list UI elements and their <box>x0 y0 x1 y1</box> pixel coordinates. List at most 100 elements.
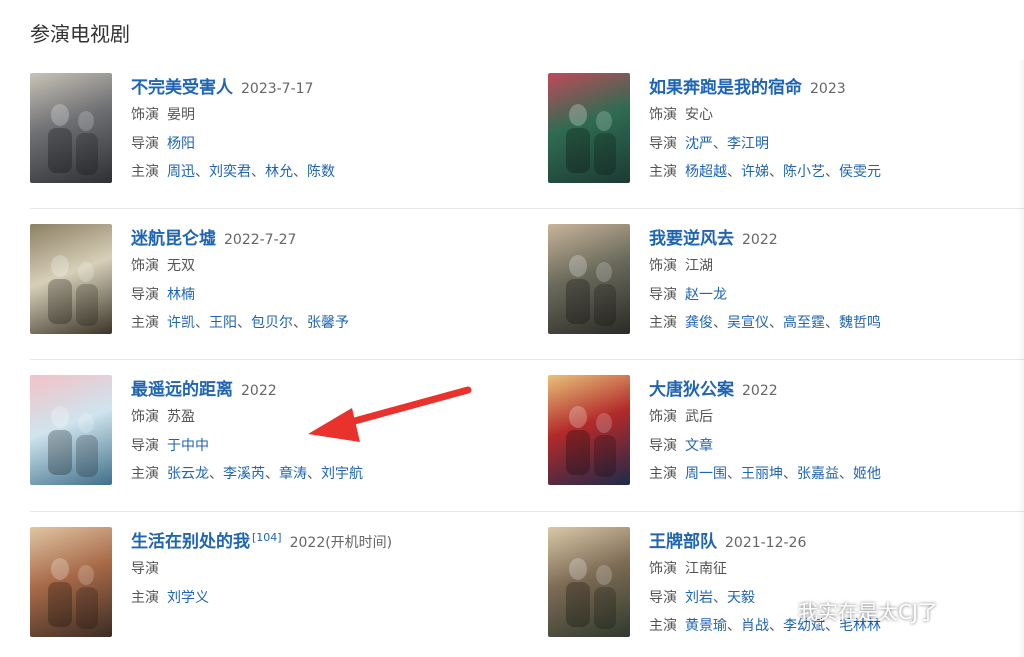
cast-link[interactable]: 陈数 <box>307 164 335 180</box>
drama-title-link[interactable]: 迷航昆仑墟 <box>131 224 216 249</box>
separator: 、 <box>307 466 321 482</box>
cast-link[interactable]: 魏哲鸣 <box>839 315 881 331</box>
role-value: 晏明 <box>167 107 195 123</box>
cast-link[interactable]: 王丽坤 <box>741 466 783 482</box>
director-link[interactable]: 林楠 <box>167 287 195 303</box>
drama-poster[interactable] <box>30 527 112 637</box>
drama-poster[interactable] <box>548 224 630 334</box>
citation-link[interactable]: [104] <box>252 531 282 544</box>
drama-info: 生活在别处的我 [104] 2022(开机时间) 导演 主演 刘学义 <box>131 527 392 612</box>
role-label: 饰演 <box>649 107 677 123</box>
drama-year: 2022 <box>742 232 778 248</box>
director-label: 导演 <box>131 561 159 577</box>
director-link[interactable]: 杨阳 <box>167 136 195 152</box>
cast-link[interactable]: 杨超越 <box>685 164 727 180</box>
cast-link[interactable]: 张馨予 <box>307 315 349 331</box>
cast-link[interactable]: 刘宇航 <box>321 466 363 482</box>
cast-row: 主演 刘学义 <box>131 584 392 613</box>
drama-title-link[interactable]: 最遥远的距离 <box>131 375 233 400</box>
separator: 、 <box>251 164 265 180</box>
poster-figures-icon <box>48 406 98 477</box>
cast-link[interactable]: 王阳 <box>209 315 237 331</box>
cast-link[interactable]: 陈小艺 <box>783 164 825 180</box>
director-link[interactable]: 赵一龙 <box>685 287 727 303</box>
cast-link[interactable]: 吴宣仪 <box>727 315 769 331</box>
cast-link[interactable]: 许凯 <box>167 315 195 331</box>
cast-link[interactable]: 高至霆 <box>783 315 825 331</box>
cast-link[interactable]: 林允 <box>265 164 293 180</box>
cast-link[interactable]: 章涛 <box>279 466 307 482</box>
poster-figures-icon <box>48 104 98 175</box>
cast-link[interactable]: 黄景瑜 <box>685 618 727 634</box>
drama-poster[interactable] <box>548 527 630 637</box>
separator: 、 <box>293 164 307 180</box>
role-value: 无双 <box>167 258 195 274</box>
separator: 、 <box>265 466 279 482</box>
separator: 、 <box>727 164 741 180</box>
row-divider <box>30 511 1024 512</box>
title-line: 如果奔跑是我的宿命 2023 <box>649 73 881 101</box>
role-label: 饰演 <box>131 107 159 123</box>
watermark-text: 我实在是太CJ了 <box>798 600 938 624</box>
poster-figures-icon <box>566 104 616 175</box>
director-row: 导演 沈严、李江明 <box>649 130 881 159</box>
drama-title-link[interactable]: 如果奔跑是我的宿命 <box>649 73 802 98</box>
director-link[interactable]: 刘岩 <box>685 590 713 606</box>
director-row: 导演 赵一龙 <box>649 281 881 310</box>
drama-card: 我要逆风去 2022 饰演 江湖 导演 赵一龙 主演 龚俊、吴宣仪、高至霆、魏哲鸣 <box>548 224 1023 342</box>
drama-poster[interactable] <box>30 375 112 485</box>
director-label: 导演 <box>131 437 159 454</box>
watermark: 我实在是太CJ了 <box>762 596 938 625</box>
cast-label: 主演 <box>131 164 159 180</box>
drama-title-link[interactable]: 我要逆风去 <box>649 224 734 249</box>
director-label: 导演 <box>649 437 677 454</box>
drama-card: 如果奔跑是我的宿命 2023 饰演 安心 导演 沈严、李江明 主演 杨超越、许娣、陈小艺、侯雯… <box>548 73 1023 191</box>
separator: 、 <box>713 589 727 606</box>
drama-title-link[interactable]: 不完美受害人 <box>131 73 233 98</box>
drama-year: 2022-7-27 <box>224 232 297 248</box>
drama-title-link[interactable]: 生活在别处的我 <box>131 527 250 552</box>
cast-label: 主演 <box>131 589 159 606</box>
cast-link[interactable]: 刘学义 <box>167 590 209 606</box>
cast-link[interactable]: 龚俊 <box>685 315 713 331</box>
cast-link[interactable]: 包贝尔 <box>251 315 293 331</box>
cast-label: 主演 <box>649 315 677 331</box>
drama-year: 2022 <box>742 383 778 399</box>
drama-year: 2022 <box>241 383 277 399</box>
cast-link[interactable]: 张嘉益 <box>797 466 839 482</box>
role-label: 饰演 <box>649 561 677 577</box>
cast-link[interactable]: 周迅 <box>167 164 195 180</box>
cast-row: 主演 周迅、刘奕君、林允、陈数 <box>131 158 335 187</box>
drama-title-link[interactable]: 大唐狄公案 <box>649 375 734 400</box>
director-link[interactable]: 于中中 <box>167 438 209 454</box>
separator: 、 <box>769 164 783 180</box>
role-label: 饰演 <box>131 409 159 425</box>
cast-row: 主演 龚俊、吴宣仪、高至霆、魏哲鸣 <box>649 309 881 338</box>
drama-card: 不完美受害人 2023-7-17 饰演 晏明 导演 杨阳 主演 周迅、刘奕君、林允、陈数 <box>30 73 505 191</box>
drama-poster[interactable] <box>548 73 630 183</box>
cast-link[interactable]: 刘奕君 <box>209 164 251 180</box>
director-label: 导演 <box>131 286 159 303</box>
cast-link[interactable]: 周一围 <box>685 466 727 482</box>
role-value: 江南征 <box>685 561 727 577</box>
drama-info: 迷航昆仑墟 2022-7-27 饰演 无双 导演 林楠 主演 许凯、王阳、包贝尔、张馨予 <box>131 224 349 338</box>
role-label: 饰演 <box>649 409 677 425</box>
cast-label: 主演 <box>649 618 677 634</box>
director-link[interactable]: 沈严 <box>685 136 713 152</box>
director-link[interactable]: 文章 <box>685 438 713 454</box>
drama-info: 不完美受害人 2023-7-17 饰演 晏明 导演 杨阳 主演 周迅、刘奕君、林允、陈数 <box>131 73 335 187</box>
drama-poster[interactable] <box>30 73 112 183</box>
director-link[interactable]: 天毅 <box>727 590 755 606</box>
cast-link[interactable]: 姬他 <box>853 466 881 482</box>
cast-link[interactable]: 李溪芮 <box>223 466 265 482</box>
cast-link[interactable]: 张云龙 <box>167 466 209 482</box>
role-row: 饰演 江南征 <box>649 555 881 584</box>
drama-title-link[interactable]: 王牌部队 <box>649 527 717 552</box>
cast-link[interactable]: 侯雯元 <box>839 164 881 180</box>
director-link[interactable]: 李江明 <box>727 136 769 152</box>
cast-link[interactable]: 许娣 <box>741 164 769 180</box>
drama-poster[interactable] <box>30 224 112 334</box>
cast-row: 主演 周一围、王丽坤、张嘉益、姬他 <box>649 460 881 489</box>
separator: 、 <box>293 315 307 331</box>
drama-poster[interactable] <box>548 375 630 485</box>
